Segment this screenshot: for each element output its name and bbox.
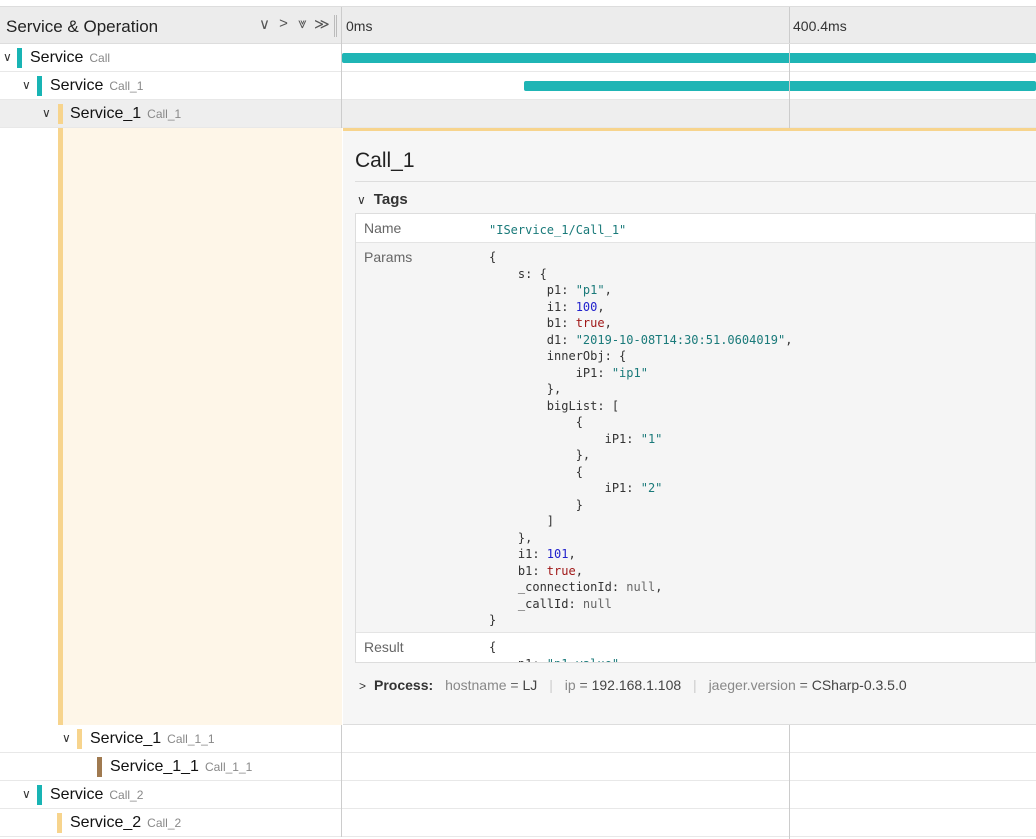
span-name: Service_1_1 Call_1_1 <box>110 758 253 775</box>
divider <box>355 181 1036 182</box>
tree-controls: ∨ > ⩔ ≫ <box>257 15 330 33</box>
detail-left-fill <box>63 128 342 725</box>
span-detail-panel: Call_1 ∨ Tags Name "IService_1/Call_1" Pa… <box>343 128 1036 725</box>
tag-key: Params <box>364 249 413 265</box>
chevron-down-icon[interactable]: ∨ <box>22 787 31 801</box>
tags-table: Name "IService_1/Call_1" Params { s: { p… <box>355 213 1036 663</box>
span-name: Service_2 Call_2 <box>70 814 182 831</box>
span-name: Service Call_1 <box>50 77 144 94</box>
column-resize-handle[interactable] <box>334 15 337 37</box>
grid-tick-line <box>789 725 790 839</box>
span-name: Service_1 Call_1 <box>70 105 182 122</box>
span-row[interactable]: Service_2 Call_2 <box>0 809 1036 837</box>
span-row[interactable]: ∨ Service Call <box>0 44 1036 72</box>
service-color-bar <box>37 785 42 805</box>
trace-header: Service & Operation ∨ > ⩔ ≫ 0ms 400.4ms <box>0 6 1036 44</box>
expand-one-icon[interactable]: > <box>276 15 291 33</box>
tag-value: "IService_1/Call_1" <box>489 223 627 237</box>
chevron-down-icon[interactable]: ∨ <box>42 106 51 120</box>
tag-row: Params { s: { p1: "p1", i1: 100, b1: tru… <box>356 243 1035 633</box>
chevron-down-icon[interactable]: ∨ <box>62 731 71 745</box>
expand-all-icon[interactable]: ≫ <box>314 15 330 33</box>
service-color-bar <box>37 76 42 96</box>
grid-tick-line <box>789 44 790 128</box>
process-section-toggle[interactable]: > Process: hostname = LJ | ip = 192.168.1… <box>359 677 907 693</box>
chevron-down-icon[interactable]: ∨ <box>3 50 12 64</box>
service-color-bar <box>97 757 102 777</box>
span-duration-bar[interactable] <box>342 53 1036 63</box>
span-duration-bar[interactable] <box>524 81 1036 91</box>
service-color-bar <box>77 729 82 749</box>
tag-key: Name <box>364 220 402 236</box>
service-color-bar <box>57 813 62 833</box>
service-color-bar <box>17 48 22 68</box>
collapse-one-icon[interactable]: ∨ <box>257 15 272 33</box>
span-row[interactable]: ∨ Service_1 Call_1_1 <box>0 725 1036 753</box>
collapse-all-icon[interactable]: ⩔ <box>295 15 310 33</box>
tag-value-json: { s: { p1: "p1", i1: 100, b1: true, d1: … <box>489 250 793 627</box>
span-row[interactable]: ∨ Service Call_2 <box>0 781 1036 809</box>
chevron-down-icon[interactable]: ∨ <box>22 78 31 92</box>
service-color-bar <box>58 104 63 124</box>
tag-value-json: { p1: "p1 value" <box>489 640 619 662</box>
span-name: Service Call_2 <box>50 786 144 803</box>
detail-left-gutter <box>0 128 342 725</box>
chevron-right-icon: > <box>359 679 367 693</box>
header-tick-line <box>789 7 790 43</box>
header-left-pane: Service & Operation ∨ > ⩔ ≫ <box>0 7 342 44</box>
span-name: Service_1 Call_1_1 <box>90 730 215 747</box>
chevron-down-icon: ∨ <box>357 193 366 207</box>
span-name: Service Call <box>30 49 111 66</box>
tick-label-start: 0ms <box>346 18 373 34</box>
span-row[interactable]: Service_1_1 Call_1_1 <box>0 753 1036 781</box>
tag-row: Result { p1: "p1 value" <box>356 633 1035 662</box>
tag-row: Name "IService_1/Call_1" <box>356 214 1035 243</box>
tick-label-mid: 400.4ms <box>793 18 847 34</box>
tag-key: Result <box>364 639 404 655</box>
service-operation-title: Service & Operation <box>6 17 159 36</box>
span-row[interactable]: ∨ Service Call_1 <box>0 72 1036 100</box>
tags-section-toggle[interactable]: ∨ Tags <box>357 191 408 208</box>
span-row-selected[interactable]: ∨ Service_1 Call_1 <box>0 100 1036 128</box>
span-detail-title: Call_1 <box>355 149 415 172</box>
